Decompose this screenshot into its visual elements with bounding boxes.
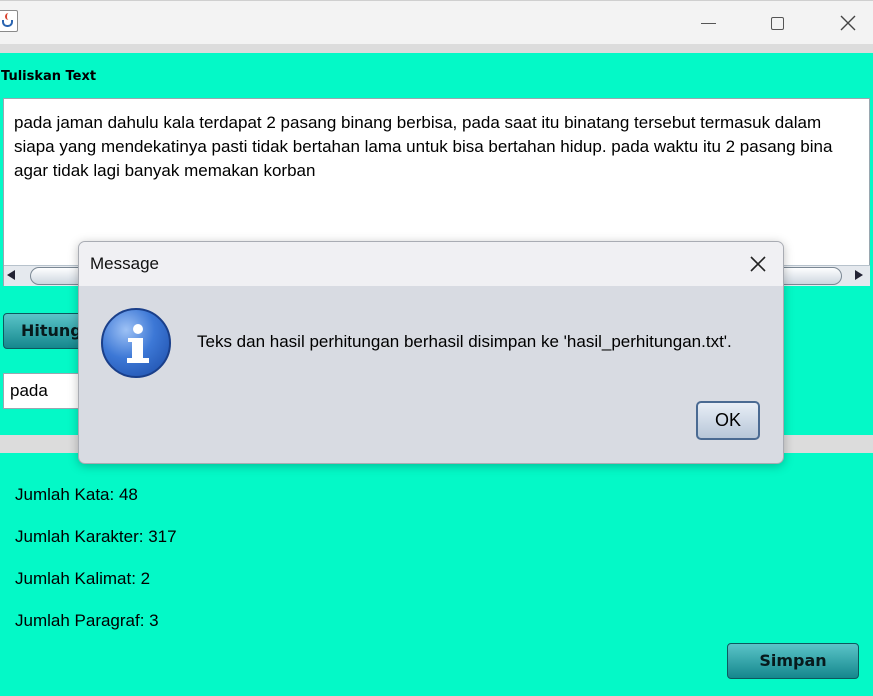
window-titlebar	[0, 0, 873, 44]
scroll-left-icon[interactable]	[7, 270, 15, 280]
scroll-right-icon[interactable]	[855, 270, 863, 280]
java-cup-icon[interactable]	[0, 10, 18, 32]
char-count-label: Jumlah Karakter: 317	[15, 527, 177, 546]
close-icon	[840, 15, 856, 31]
separator-strip	[0, 44, 873, 53]
input-label: Tuliskan Text	[1, 69, 97, 84]
minimize-icon	[700, 22, 716, 24]
maximize-button[interactable]	[754, 1, 800, 45]
text-line: agar tidak lagi banyak memakan korban	[14, 161, 316, 180]
maximize-icon	[770, 16, 784, 30]
dialog-titlebar: Message	[79, 242, 783, 286]
dialog-title: Message	[90, 254, 159, 273]
simpan-button[interactable]: Simpan	[727, 643, 859, 679]
sentence-count-label: Jumlah Kalimat: 2	[15, 569, 151, 588]
info-icon	[101, 308, 171, 378]
window-close-button[interactable]	[825, 1, 871, 45]
word-count-label: Jumlah Kata: 48	[15, 485, 138, 504]
text-line: pada jaman dahulu kala terdapat 2 pasang…	[14, 113, 822, 132]
close-icon	[750, 256, 766, 272]
paragraph-count-label: Jumlah Paragraf: 3	[15, 611, 159, 630]
minimize-button[interactable]	[685, 1, 731, 45]
text-line: siapa yang mendekatinya pasti tidak bert…	[14, 137, 833, 156]
ok-button[interactable]: OK	[696, 401, 760, 440]
results-panel: Jumlah Kata: 48 Jumlah Karakter: 317 Jum…	[0, 453, 873, 696]
dialog-close-button[interactable]	[733, 242, 783, 286]
message-dialog: Message Teks dan hasil perhitungan berha…	[78, 241, 784, 464]
dialog-message: Teks dan hasil perhitungan berhasil disi…	[197, 332, 732, 351]
